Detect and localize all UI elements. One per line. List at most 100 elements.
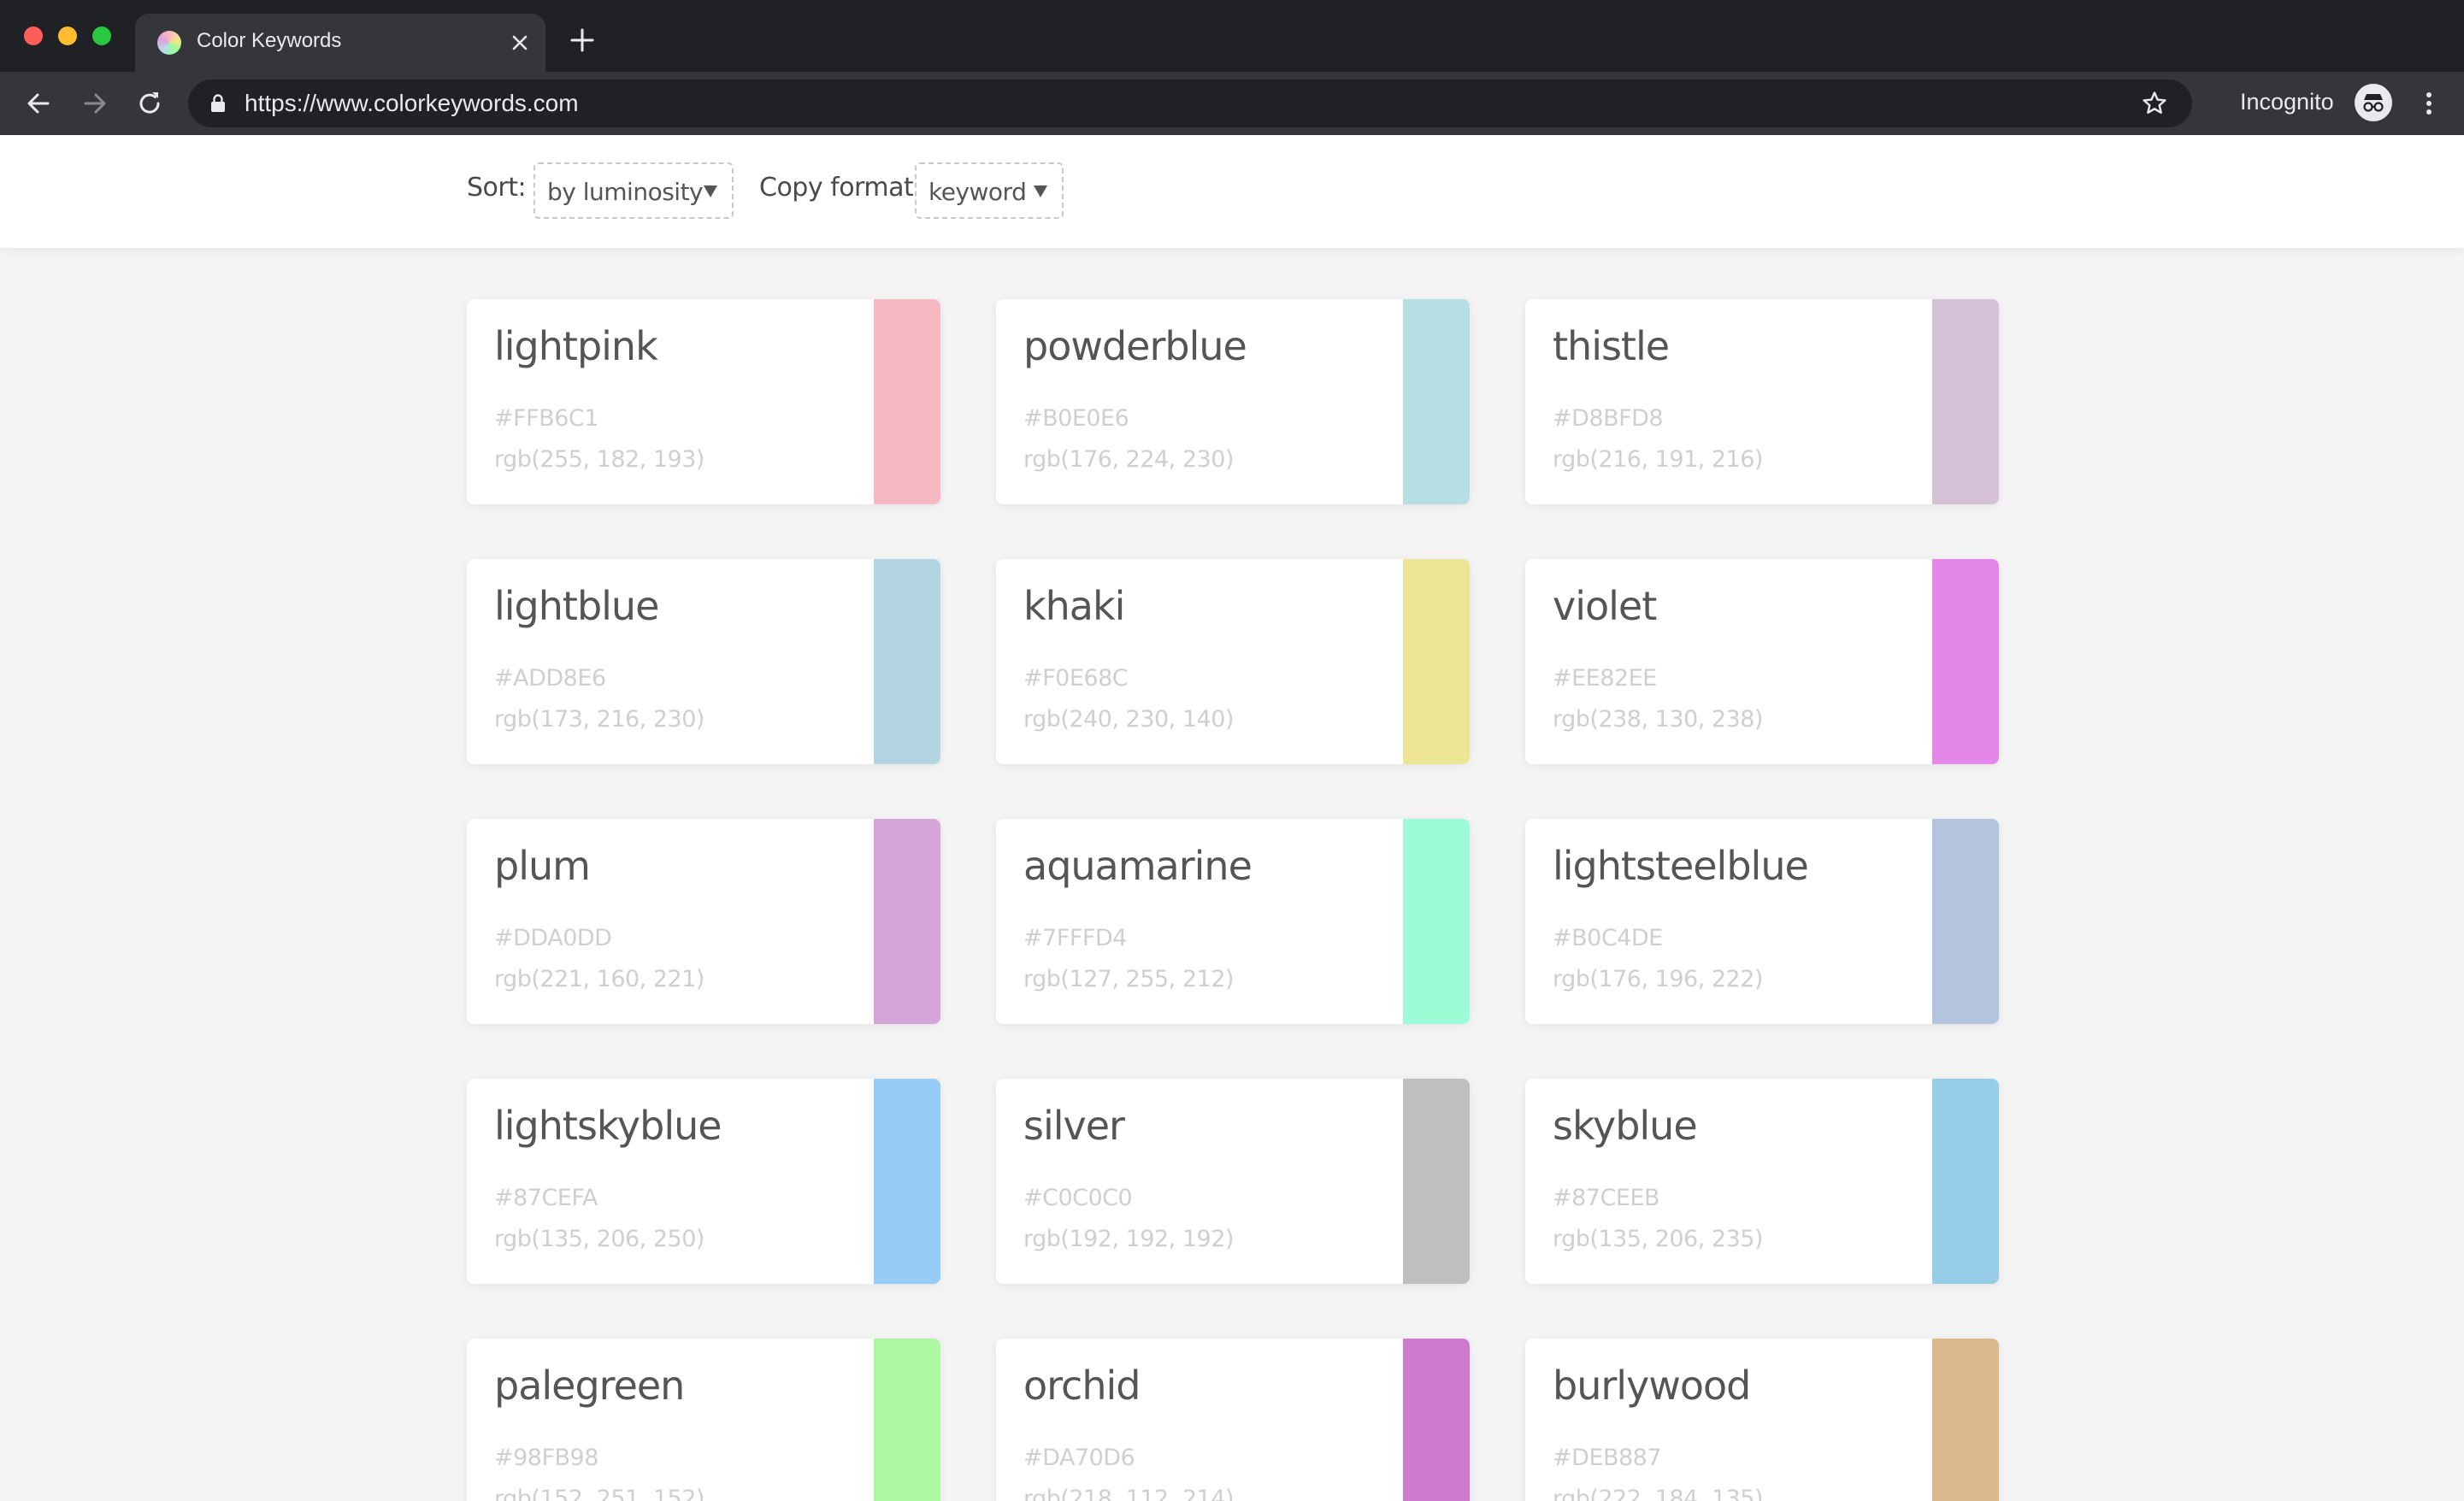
color-card-lightskyblue[interactable]: lightskyblue #87CEFA rgb(135, 206, 250) (467, 1079, 940, 1284)
favicon-icon (157, 31, 181, 55)
color-hex: #DEB887 (1553, 1445, 1662, 1471)
lock-icon[interactable] (207, 92, 229, 115)
color-name: orchid (1023, 1363, 1141, 1409)
color-swatch[interactable] (1403, 559, 1470, 764)
url-text[interactable]: https://www.colorkeywords.com (245, 90, 579, 117)
color-name: lightpink (494, 323, 658, 369)
color-hex: #7FFFD4 (1023, 925, 1127, 951)
color-hex: #B0E0E6 (1023, 405, 1129, 432)
color-rgb: rgb(152, 251, 152) (494, 1486, 704, 1501)
browser-toolbar: https://www.colorkeywords.com Incognito (0, 72, 2464, 135)
window-close-button[interactable] (24, 26, 43, 45)
controls-bar: Sort: by luminosity Copy format: keyword (0, 135, 2464, 248)
color-rgb: rgb(176, 196, 222) (1553, 966, 1763, 992)
color-hex: #FFB6C1 (494, 405, 598, 432)
incognito-icon[interactable] (2355, 84, 2392, 121)
window-maximize-button[interactable] (92, 26, 111, 45)
color-hex: #D8BFD8 (1553, 405, 1664, 432)
color-swatch[interactable] (1932, 299, 1999, 504)
color-name: silver (1023, 1103, 1125, 1149)
copy-format-select-value: keyword (928, 178, 1027, 206)
window-minimize-button[interactable] (58, 26, 77, 45)
color-swatch[interactable] (1932, 819, 1999, 1024)
caret-down-icon (704, 185, 717, 197)
color-swatch[interactable] (874, 1339, 940, 1501)
copy-format-label: Copy format: (759, 173, 922, 203)
color-card-khaki[interactable]: khaki #F0E68C rgb(240, 230, 140) (996, 559, 1470, 764)
color-hex: #DDA0DD (494, 925, 612, 951)
color-swatch[interactable] (1932, 1339, 1999, 1501)
color-name: violet (1553, 583, 1657, 629)
sort-label: Sort: (467, 173, 527, 203)
color-swatch[interactable] (874, 559, 940, 764)
new-tab-icon[interactable] (568, 26, 597, 55)
color-card-thistle[interactable]: thistle #D8BFD8 rgb(216, 191, 216) (1525, 299, 1999, 504)
color-hex: #87CEEB (1553, 1185, 1659, 1211)
color-rgb: rgb(135, 206, 235) (1553, 1226, 1763, 1252)
color-card-plum[interactable]: plum #DDA0DD rgb(221, 160, 221) (467, 819, 940, 1024)
color-swatch[interactable] (874, 1079, 940, 1284)
color-hex: #EE82EE (1553, 665, 1657, 692)
sort-select-value: by luminosity (547, 178, 704, 206)
color-name: burlywood (1553, 1363, 1751, 1409)
color-name: palegreen (494, 1363, 685, 1409)
color-rgb: rgb(192, 192, 192) (1023, 1226, 1234, 1252)
color-rgb: rgb(238, 130, 238) (1553, 706, 1763, 733)
color-card-lightsteelblue[interactable]: lightsteelblue #B0C4DE rgb(176, 196, 222) (1525, 819, 1999, 1024)
color-swatch[interactable] (874, 819, 940, 1024)
page-viewport: lightpink #FFB6C1 rgb(255, 182, 193) powder… (0, 135, 2464, 1501)
address-bar[interactable]: https://www.colorkeywords.com (188, 79, 2192, 127)
caret-down-icon (1034, 185, 1047, 197)
color-swatch[interactable] (1403, 299, 1470, 504)
color-card-orchid[interactable]: orchid #DA70D6 rgb(218, 112, 214) (996, 1339, 1470, 1501)
color-card-silver[interactable]: silver #C0C0C0 rgb(192, 192, 192) (996, 1079, 1470, 1284)
color-card-burlywood[interactable]: burlywood #DEB887 rgb(222, 184, 135) (1525, 1339, 1999, 1501)
tab-title: Color Keywords (197, 29, 342, 52)
color-rgb: rgb(127, 255, 212) (1023, 966, 1234, 992)
color-rgb: rgb(135, 206, 250) (494, 1226, 704, 1252)
color-swatch[interactable] (1403, 819, 1470, 1024)
color-name: lightskyblue (494, 1103, 722, 1149)
color-name: thistle (1553, 323, 1670, 369)
color-hex: #98FB98 (494, 1445, 598, 1471)
color-card-violet[interactable]: violet #EE82EE rgb(238, 130, 238) (1525, 559, 1999, 764)
color-swatch[interactable] (874, 299, 940, 504)
color-name: khaki (1023, 583, 1125, 629)
color-card-palegreen[interactable]: palegreen #98FB98 rgb(152, 251, 152) (467, 1339, 940, 1501)
color-grid: lightpink #FFB6C1 rgb(255, 182, 193) powder… (0, 135, 2464, 1501)
back-arrow-icon[interactable] (22, 87, 55, 120)
color-hex: #F0E68C (1023, 665, 1129, 692)
color-card-lightblue[interactable]: lightblue #ADD8E6 rgb(173, 216, 230) (467, 559, 940, 764)
color-swatch[interactable] (1403, 1079, 1470, 1284)
color-name: skyblue (1553, 1103, 1698, 1149)
color-swatch[interactable] (1932, 559, 1999, 764)
incognito-label[interactable]: Incognito (2240, 89, 2334, 115)
color-hex: #87CEFA (494, 1185, 598, 1211)
color-name: lightblue (494, 583, 659, 629)
color-hex: #C0C0C0 (1023, 1185, 1133, 1211)
browser-window: Color Keywords https://www.colorkeywords… (0, 0, 2464, 1501)
sort-select[interactable]: by luminosity (533, 162, 734, 219)
color-rgb: rgb(176, 224, 230) (1023, 446, 1234, 473)
tab-color-keywords[interactable]: Color Keywords (135, 14, 545, 72)
more-menu-icon[interactable] (2413, 87, 2445, 120)
reload-icon[interactable] (133, 87, 166, 120)
color-rgb: rgb(240, 230, 140) (1023, 706, 1234, 733)
forward-arrow-icon[interactable] (79, 87, 111, 120)
color-swatch[interactable] (1403, 1339, 1470, 1501)
tab-strip: Color Keywords (0, 0, 2464, 72)
color-card-aquamarine[interactable]: aquamarine #7FFFD4 rgb(127, 255, 212) (996, 819, 1470, 1024)
color-name: powderblue (1023, 323, 1247, 369)
color-swatch[interactable] (1932, 1079, 1999, 1284)
bookmark-star-icon[interactable] (2141, 90, 2168, 117)
copy-format-select[interactable]: keyword (915, 162, 1064, 219)
color-rgb: rgb(221, 160, 221) (494, 966, 704, 992)
close-icon[interactable] (506, 29, 533, 56)
color-card-skyblue[interactable]: skyblue #87CEEB rgb(135, 206, 235) (1525, 1079, 1999, 1284)
color-rgb: rgb(173, 216, 230) (494, 706, 704, 733)
color-hex: #B0C4DE (1553, 925, 1663, 951)
color-card-lightpink[interactable]: lightpink #FFB6C1 rgb(255, 182, 193) (467, 299, 940, 504)
color-name: plum (494, 843, 591, 889)
color-hex: #DA70D6 (1023, 1445, 1135, 1471)
color-card-powderblue[interactable]: powderblue #B0E0E6 rgb(176, 224, 230) (996, 299, 1470, 504)
